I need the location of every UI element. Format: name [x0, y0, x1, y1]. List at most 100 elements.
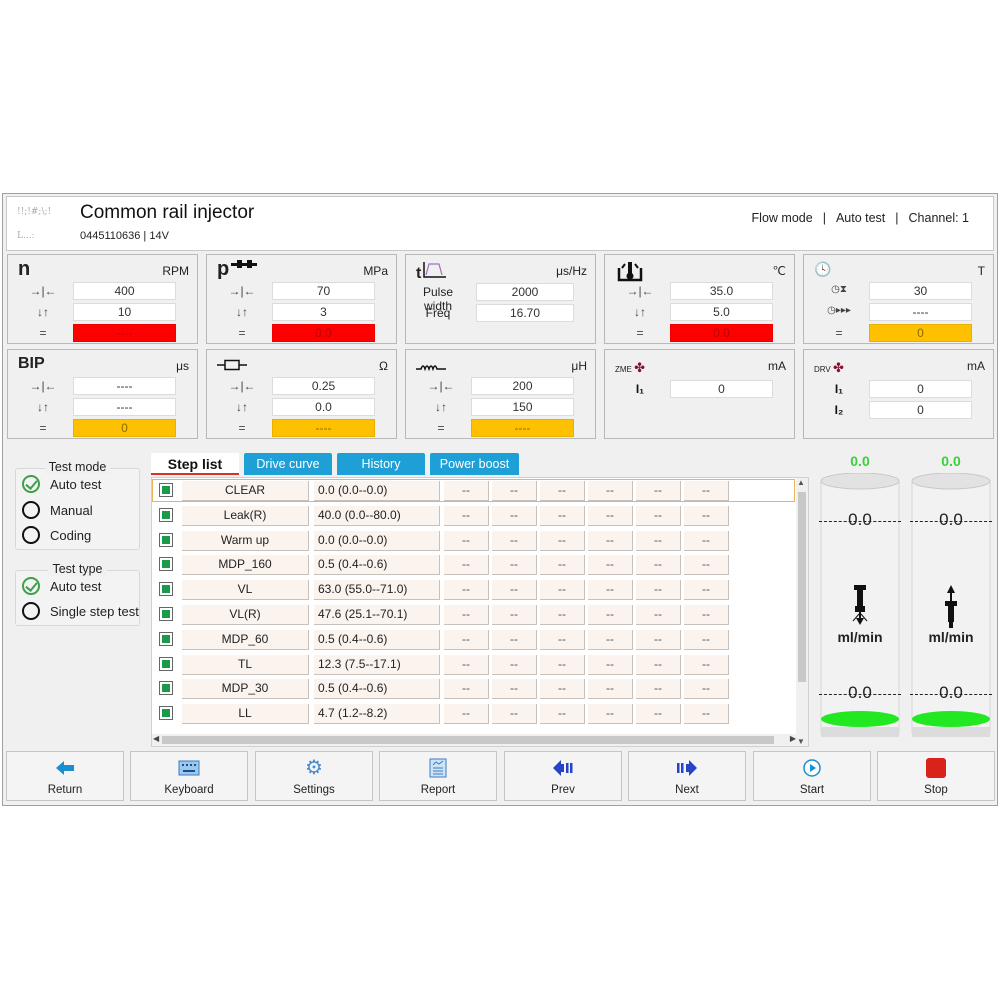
start-button[interactable]: Start: [753, 751, 871, 801]
report-button[interactable]: Report: [379, 751, 497, 801]
step-checkbox[interactable]: [159, 607, 173, 621]
keyboard-button[interactable]: Keyboard: [130, 751, 248, 801]
step-checkbox[interactable]: [159, 557, 173, 572]
step-row[interactable]: VL 63.0 (55.0--71.0) -- -- -- -- -- --: [152, 578, 797, 602]
pulse-width-field[interactable]: 2000: [476, 283, 574, 301]
test-type-auto-radio[interactable]: Auto test: [22, 575, 101, 597]
time-panel: 🕓 T ◷⧗ 30 ◷▸▸▸ ---- = 0: [803, 254, 994, 344]
bip-target-field[interactable]: ----: [73, 377, 176, 395]
freq-field[interactable]: 16.70: [476, 304, 574, 322]
temperature-actual-field: 0.0: [670, 324, 773, 342]
step-row[interactable]: Warm up 0.0 (0.0--0.0) -- -- -- -- -- --: [152, 529, 797, 553]
temperature-target-field[interactable]: 35.0: [670, 282, 773, 300]
inductance-target-field[interactable]: 200: [471, 377, 574, 395]
speed-target-field[interactable]: 400: [73, 282, 176, 300]
inductance-tolerance-field[interactable]: 150: [471, 398, 574, 416]
prev-icon: [553, 760, 573, 776]
test-type-title-text: Test type: [48, 562, 107, 576]
zme-label: ZME ✤: [615, 360, 645, 376]
step-checkbox[interactable]: [159, 681, 173, 696]
brand-logo: !!;!#;\;! L...:: [17, 205, 67, 247]
step-checkbox[interactable]: [159, 582, 173, 597]
step-checkbox[interactable]: [159, 483, 173, 497]
test-mode-group: Test mode Auto test Manual Coding: [15, 460, 140, 550]
step-result-cell: --: [636, 679, 681, 700]
tab-history[interactable]: History: [337, 453, 425, 475]
time-duration-field[interactable]: 30: [869, 282, 972, 300]
horizontal-scrollbar[interactable]: ◀ ▶: [152, 734, 797, 746]
step-result-cell: --: [540, 605, 585, 625]
lower-mark: 0.0: [910, 684, 992, 701]
test-mode-auto-radio[interactable]: Auto test: [22, 473, 101, 495]
gear-icon: ⚙: [305, 757, 323, 779]
target-icon: →|←: [29, 379, 57, 393]
next-button[interactable]: Next: [628, 751, 746, 801]
step-result-cell: --: [540, 679, 585, 700]
pressure-panel: p MPa →|← 70 ↓↑ 3 = 0.0: [206, 254, 397, 344]
step-result-cell: --: [684, 481, 729, 501]
scroll-right-icon[interactable]: ▶: [790, 734, 796, 743]
scroll-thumb[interactable]: [798, 492, 806, 682]
step-result-cell: --: [588, 530, 633, 551]
step-result-cell: --: [444, 605, 489, 625]
tab-step-list[interactable]: Step list: [151, 453, 239, 475]
test-mode-manual-radio[interactable]: Manual: [22, 499, 93, 521]
vertical-scrollbar[interactable]: ▲ ▼: [796, 478, 808, 746]
step-checkbox[interactable]: [159, 507, 173, 522]
temperature-unit: ℃: [772, 264, 786, 278]
step-row[interactable]: LL 4.7 (1.2--8.2) -- -- -- -- -- --: [152, 702, 797, 726]
stop-button[interactable]: Stop: [877, 751, 995, 801]
button-label: Report: [420, 784, 456, 796]
step-target-value: 12.3 (7.5--17.1): [314, 654, 440, 675]
scroll-up-icon[interactable]: ▲: [797, 478, 805, 487]
page-title: Common rail injector: [80, 202, 255, 223]
tab-drive-curve[interactable]: Drive curve: [244, 453, 332, 475]
option-label: Single step test: [50, 603, 139, 619]
bip-tolerance-field[interactable]: ----: [73, 398, 176, 416]
settings-button[interactable]: ⚙ Settings: [255, 751, 373, 801]
step-row[interactable]: TL 12.3 (7.5--17.1) -- -- -- -- -- --: [152, 653, 797, 677]
scroll-thumb[interactable]: [162, 736, 774, 744]
step-row[interactable]: MDP_30 0.5 (0.4--0.6) -- -- -- -- -- --: [152, 677, 797, 701]
lower-mark: 0.0: [819, 684, 901, 701]
button-label: Keyboard: [164, 784, 214, 796]
scroll-down-icon[interactable]: ▼: [797, 737, 805, 746]
resistance-target-field[interactable]: 0.25: [272, 377, 375, 395]
resistance-panel: Ω →|← 0.25 ↓↑ 0.0 = ----: [206, 349, 397, 439]
play-icon: [803, 759, 821, 777]
return-button[interactable]: Return: [6, 751, 124, 801]
resistance-tolerance-field[interactable]: 0.0: [272, 398, 375, 416]
step-result-cell: --: [444, 555, 489, 576]
step-target-value: 0.0 (0.0--0.0): [314, 530, 440, 551]
step-row[interactable]: MDP_160 0.5 (0.4--0.6) -- -- -- -- -- --: [152, 553, 797, 577]
step-result-cell: --: [588, 654, 633, 675]
separator: |: [895, 211, 899, 225]
step-result-cell: --: [588, 481, 633, 501]
step-result-cell: --: [444, 654, 489, 675]
step-checkbox[interactable]: [159, 706, 173, 721]
freq-label: Freq: [425, 306, 451, 320]
step-row[interactable]: Leak(R) 40.0 (0.0--80.0) -- -- -- -- -- --: [152, 504, 797, 528]
step-list: CLEAR 0.0 (0.0--0.0) -- -- -- -- -- -- Leak(R) 40…: [151, 477, 809, 747]
step-row[interactable]: MDP_60 0.5 (0.4--0.6) -- -- -- -- -- --: [152, 628, 797, 652]
tab-power-boost[interactable]: Power boost: [430, 453, 519, 475]
valve-icon: ✤: [832, 360, 844, 375]
step-checkbox[interactable]: [159, 656, 173, 671]
pressure-target-field[interactable]: 70: [272, 282, 375, 300]
step-result-cell: --: [444, 530, 489, 551]
step-result-cell: --: [540, 505, 585, 526]
speed-tolerance-field[interactable]: 10: [73, 303, 176, 321]
step-row[interactable]: VL(R) 47.6 (25.1--70.1) -- -- -- -- -- --: [152, 603, 797, 627]
step-name: MDP_30: [182, 679, 309, 700]
keyboard-icon: [178, 760, 200, 776]
step-checkbox[interactable]: [159, 532, 173, 547]
pressure-tolerance-field[interactable]: 3: [272, 303, 375, 321]
step-row[interactable]: CLEAR 0.0 (0.0--0.0) -- -- -- -- -- --: [152, 479, 797, 503]
test-type-single-step-radio[interactable]: Single step test: [22, 600, 139, 622]
test-mode-coding-radio[interactable]: Coding: [22, 524, 91, 546]
step-checkbox[interactable]: [159, 631, 173, 646]
scroll-left-icon[interactable]: ◀: [153, 734, 159, 743]
status-line: Flow mode | Auto test | Channel: 1: [752, 211, 969, 225]
prev-button[interactable]: Prev: [504, 751, 622, 801]
temperature-tolerance-field[interactable]: 5.0: [670, 303, 773, 321]
